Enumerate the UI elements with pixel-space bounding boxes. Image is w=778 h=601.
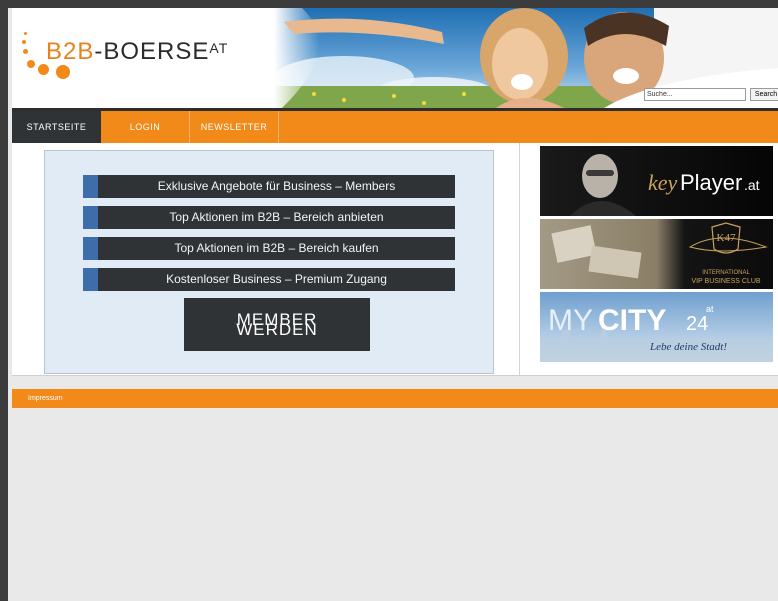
mycity24-banner[interactable]: MY CITY 24 at Lebe deine Stadt! [540, 292, 773, 362]
offer-label: Top Aktionen im B2B – Bereich anbieten [169, 210, 384, 224]
offer-link-aktionen-anbieten[interactable]: Top Aktionen im B2B – Bereich anbieten [83, 206, 455, 229]
k47-mark: K47 [717, 232, 736, 244]
keyplayer-word2: Player [680, 170, 742, 195]
page: B2B-BOERSEAT Suche... Search STARTSEITE … [8, 8, 778, 601]
logo-dot [22, 40, 26, 44]
member-button-line2: WERDEN [236, 320, 318, 339]
nav-newsletter[interactable]: NEWSLETTER [190, 111, 279, 143]
offer-label: Kostenloser Business – Premium Zugang [166, 272, 387, 286]
offer-link-aktionen-kaufen[interactable]: Top Aktionen im B2B – Bereich kaufen [83, 237, 455, 260]
keyplayer-word1: key [648, 170, 678, 195]
mycity-tagline: Lebe deine Stadt! [649, 341, 727, 353]
offer-stripe [83, 268, 98, 291]
mycity-word2: CITY [598, 304, 666, 337]
keyplayer-suffix: .at [744, 177, 760, 193]
nav-login[interactable]: LOGIN [101, 111, 190, 143]
member-werden-button[interactable]: MEMBER WERDEN [184, 298, 370, 351]
offer-link-exklusive-angebote[interactable]: Exklusive Angebote für Business – Member… [83, 175, 455, 198]
k47-vip-club-banner[interactable]: K47 INTERNATIONAL VIP BUSINESS CLUB [540, 219, 773, 289]
header: B2B-BOERSEAT Suche... Search [12, 8, 778, 108]
logo-dot [56, 65, 70, 79]
mycity-number: 24 [686, 313, 708, 335]
logo-dot [27, 60, 35, 68]
offer-stripe [83, 175, 98, 198]
offer-label: Top Aktionen im B2B – Bereich kaufen [174, 241, 379, 255]
mycity-suffix: at [706, 304, 714, 314]
footer-bar: Impressum [12, 389, 778, 408]
k47-line1: INTERNATIONAL [702, 270, 750, 276]
search-button[interactable]: Search [750, 88, 778, 101]
logo-dot [24, 32, 27, 35]
content-area: Exklusive Angebote für Business – Member… [12, 143, 778, 376]
offer-label: Exklusive Angebote für Business – Member… [157, 179, 396, 193]
column-divider [519, 143, 520, 375]
offer-stripe [83, 237, 98, 260]
search-input[interactable] [644, 88, 746, 101]
b2b-boerse-logo[interactable]: B2B-BOERSEAT [22, 32, 282, 92]
offer-link-premium-zugang[interactable]: Kostenloser Business – Premium Zugang [83, 268, 455, 291]
logo-dot [23, 49, 28, 54]
main-nav: STARTSEITE LOGIN NEWSLETTER [12, 111, 778, 143]
impressum-link[interactable]: Impressum [28, 389, 63, 408]
mycity-word1: MY [548, 304, 593, 337]
k47-line2: VIP BUSINESS CLUB [691, 278, 760, 285]
logo-text: B2B-BOERSEAT [46, 38, 229, 65]
keyplayer-banner[interactable]: key Player .at [540, 146, 773, 216]
nav-startseite[interactable]: STARTSEITE [12, 111, 101, 143]
member-panel: Exklusive Angebote für Business – Member… [44, 150, 494, 374]
offer-stripe [83, 206, 98, 229]
